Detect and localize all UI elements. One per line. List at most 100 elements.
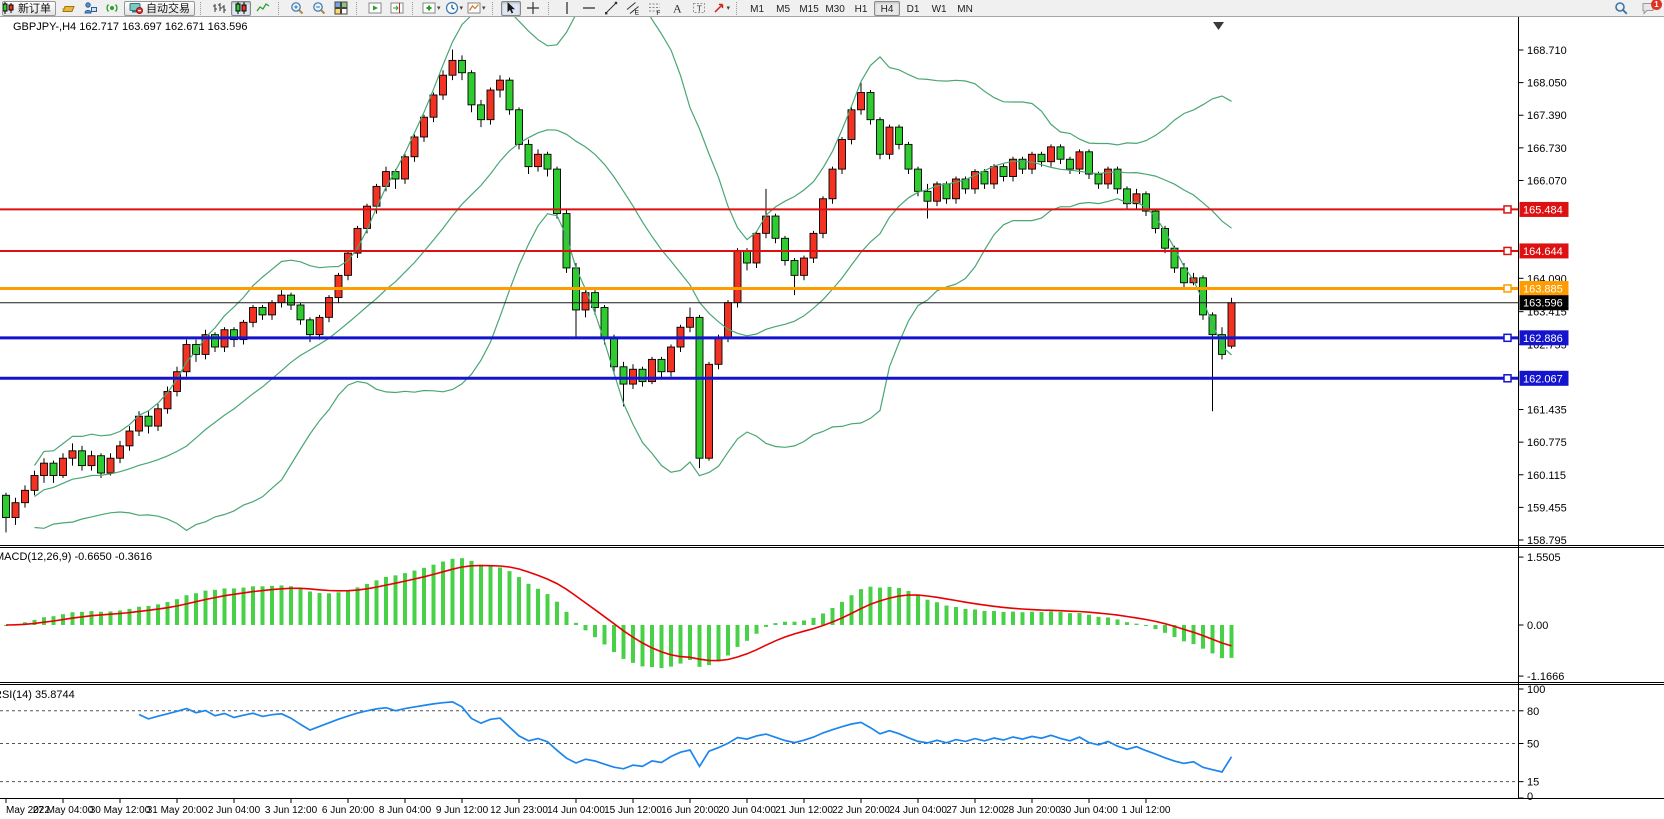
autoscroll-icon: [368, 1, 382, 15]
candle-body: [269, 303, 276, 315]
profiles-icon: [61, 1, 75, 15]
templates-button[interactable]: ▾: [466, 1, 487, 16]
chart-shift-button[interactable]: [387, 1, 407, 16]
candle-body: [620, 367, 627, 384]
dropdown-arrow-icon[interactable]: ▾: [460, 4, 464, 12]
timeframe-button-m1[interactable]: M1: [744, 1, 770, 16]
hline-handle[interactable]: [1504, 247, 1511, 254]
zoom-in-button[interactable]: [287, 1, 307, 16]
time-tick-label: 1 Jul 12:00: [1122, 805, 1171, 816]
horizontal-line-button[interactable]: [579, 1, 599, 16]
profiles-button[interactable]: [58, 1, 78, 16]
macd-histogram-bar: [612, 625, 616, 652]
macd-histogram-bar: [745, 625, 749, 641]
macd-histogram-bar: [850, 595, 854, 625]
tile-windows-button[interactable]: [331, 1, 351, 16]
fibonacci-button[interactable]: F: [645, 1, 665, 16]
search-button[interactable]: [1611, 1, 1631, 16]
label-button[interactable]: T: [689, 1, 709, 16]
hline-handle[interactable]: [1504, 206, 1511, 213]
macd-histogram-bar: [137, 607, 141, 625]
macd-histogram-bar: [546, 594, 550, 625]
macd-histogram-bar: [717, 625, 721, 661]
timeframe-button-h1[interactable]: H1: [848, 1, 874, 16]
new-order-icon: [2, 1, 15, 15]
macd-histogram-bar: [584, 625, 588, 630]
dropdown-arrow-icon[interactable]: ▾: [437, 4, 441, 12]
bar-chart-button[interactable]: [209, 1, 229, 16]
price-tick-label: 168.710: [1527, 45, 1567, 57]
chart-background: [0, 17, 1664, 819]
arrows-button[interactable]: ▾: [711, 1, 732, 16]
market-watch-button[interactable]: [80, 1, 100, 16]
candle-body: [668, 347, 675, 372]
new-order-button[interactable]: 新订单: [2, 1, 56, 16]
hline-handle[interactable]: [1504, 375, 1511, 382]
indicators-button[interactable]: ▾: [421, 1, 442, 16]
macd-histogram-bar: [1154, 625, 1158, 629]
svg-text:A: A: [673, 2, 682, 16]
trendline-button[interactable]: [601, 1, 621, 16]
timeframe-button-h4[interactable]: H4: [874, 1, 900, 16]
candle-body: [50, 463, 57, 475]
trend-icon: [604, 1, 618, 15]
autotrading-button-label: 自动交易: [146, 0, 190, 16]
time-tick-label: 21 Jun 12:00: [775, 805, 833, 816]
timeframe-button-w1[interactable]: W1: [926, 1, 952, 16]
macd-histogram-bar: [1125, 622, 1129, 625]
hline-handle[interactable]: [1504, 334, 1511, 341]
candle-body: [563, 214, 570, 268]
candle-body: [820, 199, 827, 234]
time-tick-label: 2 Jun 04:00: [208, 805, 261, 816]
dropdown-arrow-icon[interactable]: ▾: [482, 4, 486, 12]
candle-body: [411, 137, 418, 157]
macd-histogram-bar: [1163, 625, 1167, 633]
candlestick-chart-button[interactable]: [231, 1, 251, 16]
macd-histogram-bar: [536, 589, 540, 625]
time-tick-label: 27 Jun 12:00: [946, 805, 1004, 816]
autotrading-button[interactable]: 自动交易: [124, 1, 195, 16]
candle-body: [145, 416, 152, 426]
chat-button[interactable]: 1: [1638, 1, 1658, 16]
candle-body: [525, 144, 532, 166]
candle-body: [915, 169, 922, 191]
dropdown-arrow-icon[interactable]: ▾: [727, 4, 731, 12]
macd-histogram-bar: [356, 587, 360, 625]
candle-body: [753, 233, 760, 263]
candle-body: [991, 167, 998, 184]
candle-body: [1048, 147, 1055, 162]
hline-handle[interactable]: [1504, 285, 1511, 292]
cursor-button[interactable]: [501, 1, 521, 16]
price-tick-label: 167.390: [1527, 110, 1567, 122]
chart-area[interactable]: 168.710168.050167.390166.730166.070164.0…: [0, 0, 1664, 819]
price-tick-label: 166.730: [1527, 143, 1567, 155]
channel-button[interactable]: E: [623, 1, 643, 16]
signals-button[interactable]: [102, 1, 122, 16]
text-button[interactable]: A: [667, 1, 687, 16]
crosshair-button[interactable]: [523, 1, 543, 16]
vertical-line-button[interactable]: [557, 1, 577, 16]
timeframe-button-d1[interactable]: D1: [900, 1, 926, 16]
candle-body: [345, 253, 352, 275]
candle-body: [60, 458, 67, 475]
timeframe-button-m30[interactable]: M30: [822, 1, 848, 16]
periods-button[interactable]: ▾: [444, 1, 465, 16]
macd-histogram-bar: [631, 625, 635, 663]
candle-body: [506, 80, 513, 110]
timeframe-button-m15[interactable]: M15: [796, 1, 822, 16]
auto-scroll-button[interactable]: [365, 1, 385, 16]
candle-body: [88, 456, 95, 466]
candle-body: [155, 409, 162, 426]
timeframe-button-m5[interactable]: M5: [770, 1, 796, 16]
timeframe-button-mn[interactable]: MN: [952, 1, 978, 16]
zoom-out-button[interactable]: [309, 1, 329, 16]
mt4-window: 168.710168.050167.390166.730166.070164.0…: [0, 0, 1664, 819]
macd-histogram-bar: [527, 584, 531, 625]
toolbar-separator: [412, 2, 417, 15]
macd-histogram-bar: [916, 595, 920, 625]
line-chart-button[interactable]: [253, 1, 273, 16]
candle-body: [544, 154, 551, 169]
macd-histogram-bar: [489, 566, 493, 625]
macd-histogram-bar: [308, 591, 312, 625]
price-badge-label: 164.644: [1523, 246, 1563, 258]
